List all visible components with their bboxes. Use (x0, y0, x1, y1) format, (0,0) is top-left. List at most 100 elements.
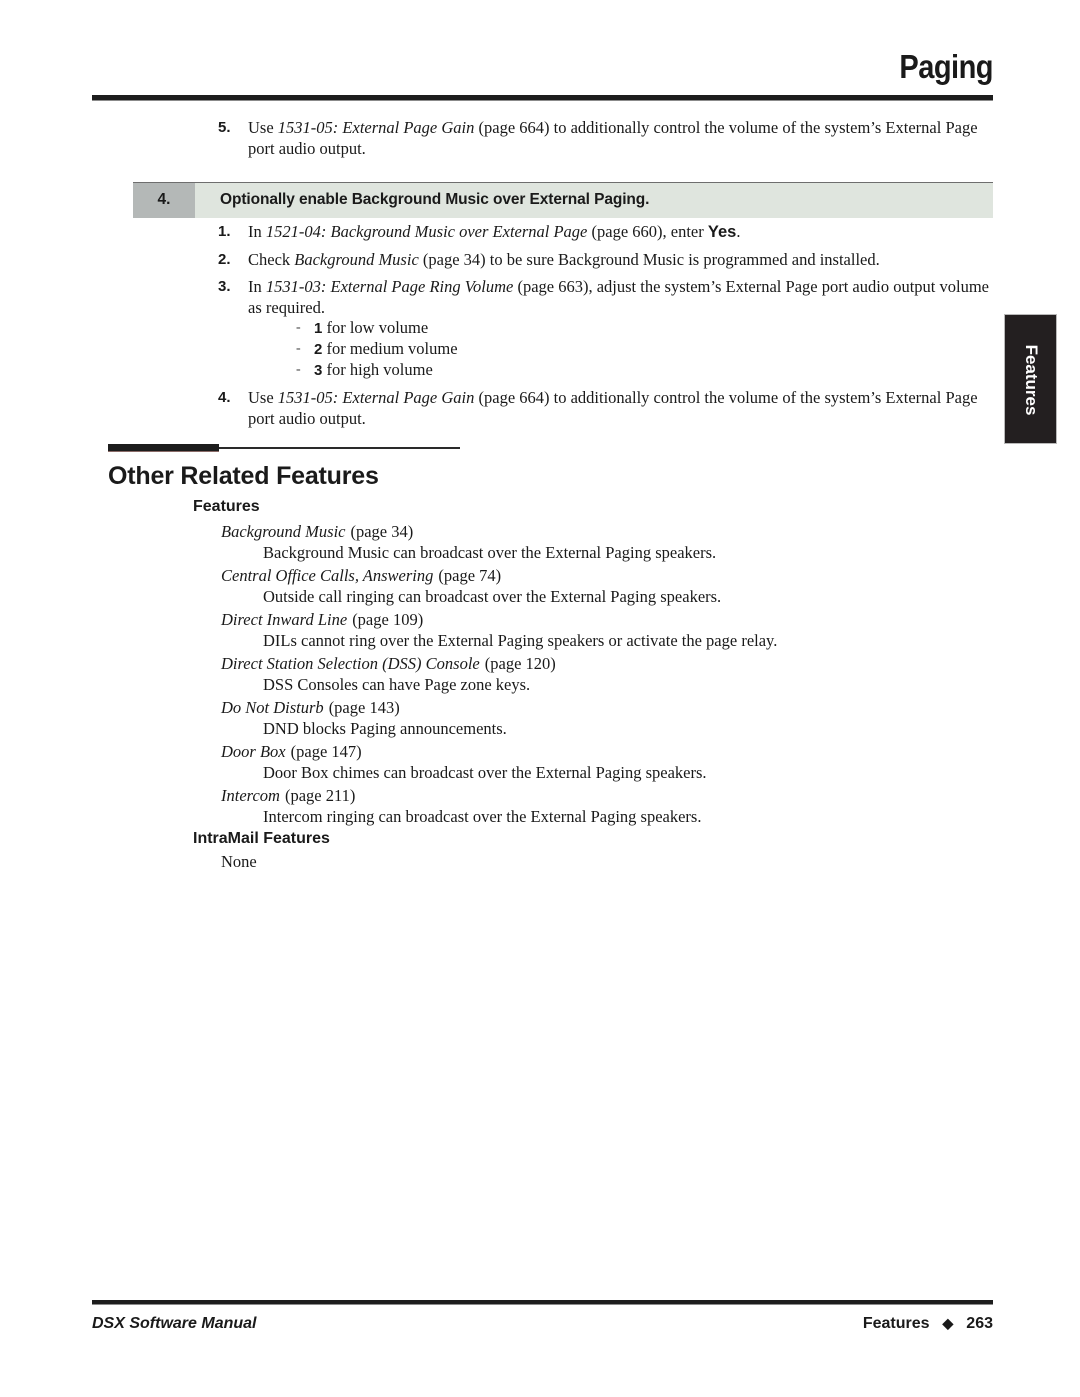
feature-name: Door Box (221, 742, 286, 761)
list-item: 3. In 1531-03: External Page Ring Volume… (218, 277, 993, 381)
step-reference: 1531-05: External Page Gain (277, 118, 475, 137)
dash-bullet-icon: - (296, 341, 301, 356)
dash-bullet-icon: - (296, 320, 301, 335)
feature-name: Direct Inward Line (221, 610, 348, 629)
feature-description: Background Music can broadcast over the … (263, 543, 717, 562)
feature-title: Intercom (page 211) (221, 785, 991, 806)
feature-page-ref: (page 211) (284, 786, 356, 805)
continued-step-list: 5. Use 1531-05: External Page Gain (page… (218, 118, 993, 166)
option-label: for low volume (322, 318, 429, 337)
list-item: 5. Use 1531-05: External Page Gain (page… (218, 118, 993, 159)
footer-rule (92, 1300, 993, 1305)
feature-title: Door Box (page 147) (221, 741, 991, 762)
feature-page-ref: (page 143) (328, 698, 400, 717)
banner-step-text: Optionally enable Background Music over … (220, 191, 650, 208)
list-item: Door Box (page 147) Door Box chimes can b… (221, 741, 991, 783)
feature-description: DND blocks Paging announcements. (263, 719, 507, 738)
step-number: 1. (218, 223, 231, 240)
footer-page-info: Features ◆ 263 (863, 1315, 993, 1333)
feature-title: Background Music (page 34) (221, 521, 991, 542)
step-body: In 1531-03: External Page Ring Volume (p… (248, 277, 993, 381)
feature-title: Do Not Disturb (page 143) (221, 697, 991, 718)
page-footer: DSX Software Manual Features ◆ 263 (92, 1315, 993, 1333)
feature-description: DSS Consoles can have Page zone keys. (263, 675, 531, 694)
feature-page-ref: (page 147) (290, 742, 362, 761)
banner-step-number: 4. (133, 183, 195, 218)
page-header: Paging (92, 48, 993, 86)
option-label: for medium volume (322, 339, 458, 358)
diamond-icon: ◆ (942, 1315, 954, 1331)
list-item: - 3 for high volume (248, 360, 993, 381)
list-item: Background Music (page 34) Background Mus… (221, 521, 991, 563)
list-item: Direct Inward Line (page 109) DILs cannot… (221, 609, 991, 651)
option-row: 1 for low volume (314, 318, 428, 339)
feature-title: Central Office Calls, Answering (page 74) (221, 565, 991, 586)
feature-name: Intercom (221, 786, 280, 805)
feature-page-ref: (page 109) (352, 610, 424, 629)
step-value: Yes (707, 223, 737, 241)
footer-manual-title: DSX Software Manual (92, 1315, 257, 1332)
feature-name: Background Music (221, 522, 346, 541)
dash-bullet-icon: - (296, 362, 301, 377)
list-item: Direct Station Selection (DSS) Console (p… (221, 653, 991, 695)
feature-description: Outside call ringing can broadcast over … (263, 587, 722, 606)
list-item: - 2 for medium volume (248, 339, 993, 360)
step-reference: 1531-03: External Page Ring Volume (265, 277, 514, 296)
step-body: Use 1531-05: External Page Gain (page 66… (248, 388, 993, 429)
step-text-mid: (page 34) to be sure Background Music is… (418, 249, 880, 269)
step-reference: Background Music (294, 249, 419, 269)
list-item: - 1 for low volume (248, 318, 993, 339)
sidebar-tab-label: Features (1022, 344, 1041, 416)
option-row: 2 for medium volume (314, 339, 458, 360)
header-rule (92, 95, 993, 101)
step-number: 3. (218, 278, 231, 295)
section-title: Other Related Features (108, 462, 379, 490)
features-subheading: Features (193, 498, 260, 515)
step-text-lead: Use (248, 118, 278, 137)
page-title: Paging (899, 48, 993, 85)
option-label: for high volume (322, 360, 433, 379)
step-text-lead: In (248, 277, 266, 296)
feature-title: Direct Station Selection (DSS) Console (p… (221, 653, 991, 674)
feature-name: Do Not Disturb (221, 698, 324, 717)
feature-page-ref: (page 74) (438, 566, 502, 585)
footer-section-name: Features (862, 1315, 930, 1332)
feature-description: Door Box chimes can broadcast over the E… (263, 763, 707, 782)
list-item: 1. In 1521-04: Background Music over Ext… (218, 222, 993, 243)
step-text-tail: . (736, 222, 741, 241)
feature-page-ref: (page 120) (484, 654, 556, 673)
feature-description: DILs cannot ring over the External Pagin… (263, 631, 778, 650)
volume-option-list: - 1 for low volume - 2 for medium volume… (248, 318, 993, 381)
document-page: Paging 5. Use 1531-05: External Page Gai… (0, 0, 1080, 1397)
step-number: 4. (218, 389, 231, 406)
step-number: 2. (218, 250, 231, 268)
step-body: Check Background Music (page 34) to be s… (248, 250, 993, 271)
step-text-lead: Check (248, 249, 295, 269)
step-number: 5. (218, 119, 231, 136)
list-item: Intercom (page 211) Intercom ringing can … (221, 785, 991, 827)
rule-thin-segment (219, 447, 460, 449)
step-paragraph: In 1531-03: External Page Ring Volume (p… (248, 277, 993, 318)
feature-description: Intercom ringing can broadcast over the … (263, 807, 702, 826)
step-reference: 1521-04: Background Music over External … (265, 222, 588, 241)
step-reference: 1531-05: External Page Gain (277, 388, 475, 407)
procedure-step-list: 1. In 1521-04: Background Music over Ext… (218, 222, 993, 436)
sidebar-tab-features[interactable]: Features (1004, 314, 1057, 444)
step-body: In 1521-04: Background Music over Extern… (248, 222, 993, 243)
procedure-banner-row: 4. Optionally enable Background Music ov… (133, 182, 993, 218)
feature-name: Central Office Calls, Answering (221, 566, 434, 585)
step-text-lead: Use (248, 388, 278, 407)
option-row: 3 for high volume (314, 360, 433, 381)
step-body: Use 1531-05: External Page Gain (page 66… (248, 118, 993, 159)
list-item: 4. Use 1531-05: External Page Gain (page… (218, 388, 993, 429)
list-item: Central Office Calls, Answering (page 74)… (221, 565, 991, 607)
list-item: Do Not Disturb (page 143) DND blocks Pagi… (221, 697, 991, 739)
section-heading-rule (108, 444, 460, 455)
step-text-lead: In (248, 222, 266, 241)
list-item: 2. Check Background Music (page 34) to b… (218, 250, 993, 271)
step-text-mid: (page 660), enter (587, 222, 708, 241)
intramail-features-value: None (221, 852, 257, 871)
intramail-features-subheading: IntraMail Features (193, 830, 330, 847)
rule-thick-segment (108, 444, 219, 452)
related-features-list: Background Music (page 34) Background Mus… (221, 521, 991, 829)
